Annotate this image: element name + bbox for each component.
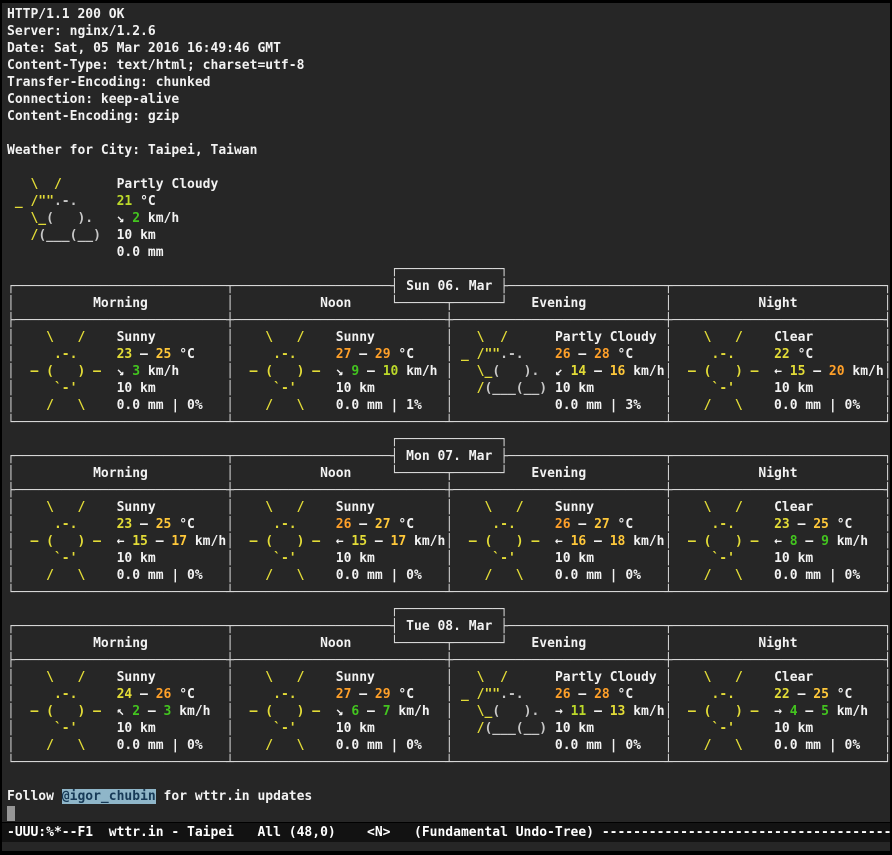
terminal-line: │ / \ 0.0 mm | 0% │ / \ 0.0 mm | 0% │ 0.…: [7, 737, 890, 754]
terminal-window: HTTP/1.1 200 OKServer: nginx/1.2.6Date: …: [2, 3, 890, 851]
terminal-line: │ Morning │ Noon └──────┬──────┘ Evening…: [7, 295, 890, 312]
emacs-modeline: -UUU:%*--F1 wttr.in - Taipei All (48,0) …: [2, 822, 890, 842]
terminal-line: │ Morning │ Noon └──────┬──────┘ Evening…: [7, 635, 890, 652]
terminal-line: HTTP/1.1 200 OK: [7, 6, 890, 23]
terminal-line: 0.0 mm: [7, 244, 890, 261]
terminal-line: │ .-. 23 – 25 °C │ .-. 27 – 29 °C │ _ /"…: [7, 346, 890, 363]
terminal-line: │ .-. 23 – 25 °C │ .-. 26 – 27 °C │ .-. …: [7, 516, 890, 533]
terminal-line: /(___(__) 10 km: [7, 227, 890, 244]
terminal-line: │ `-' 10 km │ `-' 10 km │ `-' 10 km │ `-…: [7, 550, 890, 567]
terminal-line: ┌─────────────┐: [7, 601, 890, 618]
terminal-line: │ / \ 0.0 mm | 0% │ / \ 0.0 mm | 0% │ / …: [7, 567, 890, 584]
terminal-line: ├───────────────────────────┼───────────…: [7, 312, 890, 329]
twitter-handle-link[interactable]: @igor_chubin: [62, 789, 156, 804]
terminal-line: [7, 125, 890, 142]
terminal-line: Weather for City: Taipei, Taiwan: [7, 142, 890, 159]
terminal-line: \ / Partly Cloudy: [7, 176, 890, 193]
terminal-line: └───────────────────────────┴───────────…: [7, 414, 890, 431]
terminal-line: ├───────────────────────────┼───────────…: [7, 652, 890, 669]
terminal-line: │ – ( ) – ↖ 2 – 3 km/h │ – ( ) – ↘ 6 – 7…: [7, 703, 890, 720]
terminal-line: │ \ / Sunny │ \ / Sunny │ \ / Sunny │ \ …: [7, 499, 890, 516]
terminal-line: Server: nginx/1.2.6: [7, 23, 890, 40]
echo-area: [2, 842, 890, 851]
terminal-line: ┌───────────────────────────┬───────────…: [7, 618, 890, 635]
terminal-line: ┌───────────────────────────┬───────────…: [7, 448, 890, 465]
terminal-line: Transfer-Encoding: chunked: [7, 74, 890, 91]
terminal-line: Follow @igor_chubin for wttr.in updates: [7, 788, 890, 805]
terminal-line: │ – ( ) – ↘ 3 km/h │ – ( ) – ↘ 9 – 10 km…: [7, 363, 890, 380]
terminal-line: ┌───────────────────────────┬───────────…: [7, 278, 890, 295]
terminal-line: [7, 771, 890, 788]
terminal-line: │ / \ 0.0 mm | 0% │ / \ 0.0 mm | 1% │ 0.…: [7, 397, 890, 414]
terminal-line: │ – ( ) – ← 15 – 17 km/h│ – ( ) – ← 15 –…: [7, 533, 890, 550]
terminal-line: ┌─────────────┐: [7, 261, 890, 278]
terminal-buffer[interactable]: HTTP/1.1 200 OKServer: nginx/1.2.6Date: …: [2, 3, 890, 822]
emacs-modeline-text: -UUU:%*--F1 wttr.in - Taipei All (48,0) …: [7, 825, 890, 840]
terminal-line: ├───────────────────────────┼───────────…: [7, 482, 890, 499]
terminal-line: Date: Sat, 05 Mar 2016 16:49:46 GMT: [7, 40, 890, 57]
terminal-line: │ \ / Sunny │ \ / Sunny │ \ / Partly Clo…: [7, 329, 890, 346]
terminal-line: └───────────────────────────┴───────────…: [7, 754, 890, 771]
terminal-line: └───────────────────────────┴───────────…: [7, 584, 890, 601]
terminal-line: [7, 159, 890, 176]
terminal-line: │ \ / Sunny │ \ / Sunny │ \ / Partly Clo…: [7, 669, 890, 686]
terminal-line: \_( ). ↘ 2 km/h: [7, 210, 890, 227]
terminal-line: │ .-. 24 – 26 °C │ .-. 27 – 29 °C │ _ /"…: [7, 686, 890, 703]
text-cursor[interactable]: [7, 806, 15, 821]
terminal-line: │ `-' 10 km │ `-' 10 km │ /(___(__) 10 k…: [7, 380, 890, 397]
terminal-line: ┌─────────────┐: [7, 431, 890, 448]
terminal-cursor-line: [7, 805, 890, 822]
terminal-line: Content-Encoding: gzip: [7, 108, 890, 125]
terminal-line: │ Morning │ Noon └──────┬──────┘ Evening…: [7, 465, 890, 482]
terminal-line: │ `-' 10 km │ `-' 10 km │ /(___(__) 10 k…: [7, 720, 890, 737]
terminal-line: Connection: keep-alive: [7, 91, 890, 108]
terminal-line: Content-Type: text/html; charset=utf-8: [7, 57, 890, 74]
terminal-line: _ /"".-. 21 °C: [7, 193, 890, 210]
